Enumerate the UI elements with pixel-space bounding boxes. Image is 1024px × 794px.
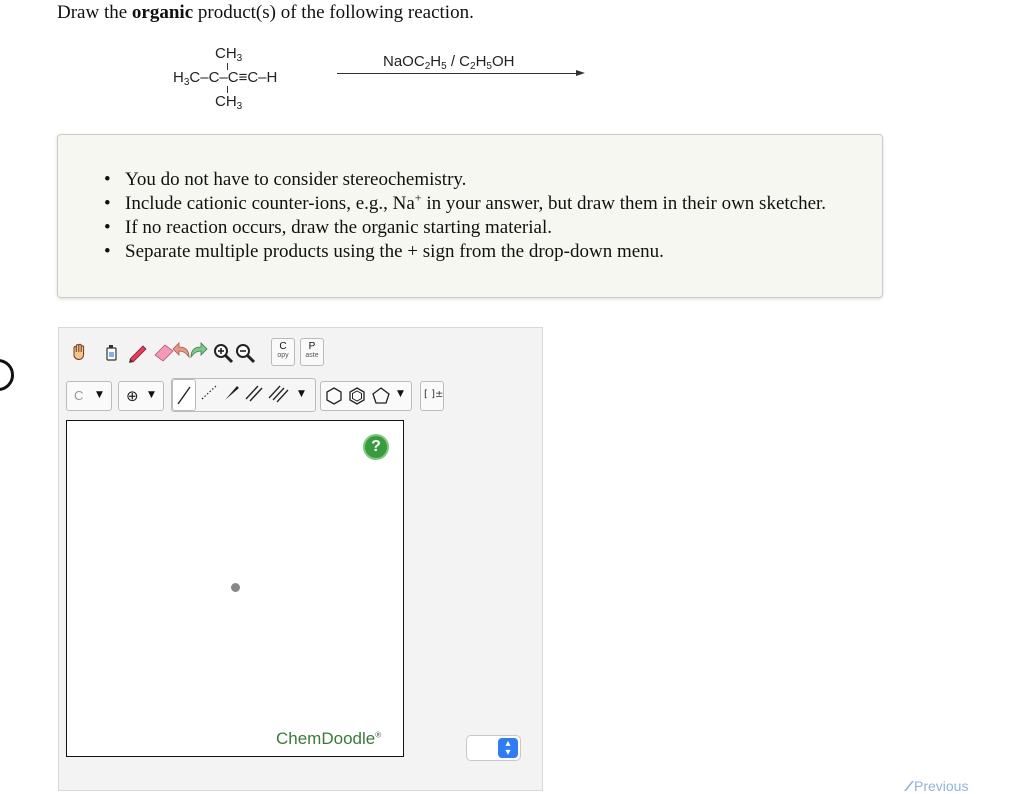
instruction-item: You do not have to consider stereochemis… xyxy=(104,168,826,192)
reaction-arrow xyxy=(337,73,577,74)
instruction-item: If no reaction occurs, draw the organic … xyxy=(104,216,826,240)
cyclopentane-icon[interactable] xyxy=(369,384,393,408)
hand-icon[interactable] xyxy=(67,340,91,364)
wedge-bond-icon[interactable] xyxy=(220,381,244,405)
single-bond-button[interactable] xyxy=(172,379,196,411)
copy-button[interactable]: C opy xyxy=(271,338,295,366)
zoom-in-icon[interactable] xyxy=(211,341,235,365)
atom-label-dropdown[interactable]: C ▼ xyxy=(66,381,112,411)
eraser-bottle-icon[interactable] xyxy=(99,340,123,364)
double-bond-icon[interactable] xyxy=(242,381,266,405)
question-text: Draw the organic product(s) of the follo… xyxy=(57,2,474,23)
cyclohexane-icon[interactable] xyxy=(322,384,346,408)
bracket-label: [ ]± xyxy=(424,389,444,400)
side-circle-icon xyxy=(0,359,14,391)
help-button[interactable]: ? xyxy=(363,434,389,460)
caret-down-icon[interactable]: ▼ xyxy=(397,389,404,399)
top-methyl: CH3 xyxy=(215,45,243,64)
select-arrows-icon: ▴ ▾ xyxy=(498,738,518,758)
product-separator-select[interactable]: ▴ ▾ xyxy=(466,735,521,761)
previous-arrow-icon xyxy=(904,781,914,791)
reaction-arrow-head xyxy=(576,70,585,76)
bracket-charge-button[interactable]: [ ]± xyxy=(420,381,444,411)
bottom-methyl: CH3 xyxy=(215,93,243,112)
charge-dropdown[interactable]: ⊕ ▼ xyxy=(118,381,164,411)
reagent-label: NaOC2H5 / C2H5OH xyxy=(383,53,515,72)
help-label: ? xyxy=(371,438,381,455)
redo-icon[interactable] xyxy=(186,340,210,364)
question-bold: organic xyxy=(131,2,194,23)
paste-button[interactable]: P aste xyxy=(300,338,324,366)
instructions-box: You do not have to consider stereochemis… xyxy=(57,134,883,298)
triple-bond-icon[interactable] xyxy=(266,381,290,405)
dashed-bond-icon[interactable] xyxy=(197,381,221,405)
bottom-bond xyxy=(227,86,228,93)
benzene-icon[interactable] xyxy=(345,384,369,408)
instructions-list: You do not have to consider stereochemis… xyxy=(104,168,826,264)
caret-down-icon: ▼ xyxy=(96,390,103,400)
zoom-out-icon[interactable] xyxy=(233,341,257,365)
caret-down-icon[interactable]: ▼ xyxy=(298,389,305,399)
canvas-origin-dot xyxy=(231,583,240,592)
instruction-item: Separate multiple products using the + s… xyxy=(104,240,826,264)
main-chain: H3C–C–C≡C–H xyxy=(173,69,278,88)
charge-plus-icon: ⊕ xyxy=(126,387,139,405)
pencil-icon[interactable] xyxy=(126,340,150,364)
atom-label-text: C xyxy=(74,388,84,403)
chemdoodle-logo: ChemDoodle® xyxy=(276,729,382,748)
instruction-item: Include cationic counter-ions, e.g., Na+… xyxy=(104,192,826,216)
caret-down-icon: ▼ xyxy=(148,390,155,400)
